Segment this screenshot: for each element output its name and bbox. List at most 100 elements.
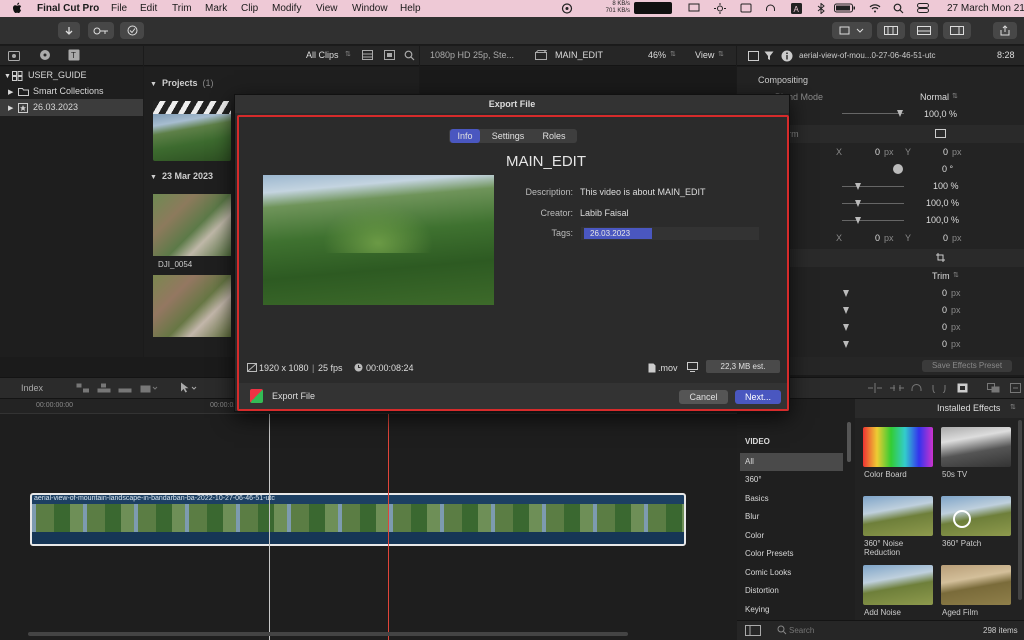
rotation-value[interactable]: 0 ° (942, 164, 953, 174)
menu-mark[interactable]: Mark (205, 3, 227, 14)
scale-x-slider[interactable] (842, 203, 904, 204)
opacity-value[interactable]: 100,0 % (924, 109, 957, 119)
keywords-button[interactable] (88, 22, 114, 39)
display-icon[interactable] (688, 3, 700, 13)
playhead[interactable] (388, 414, 389, 640)
menu-edit[interactable]: Edit (140, 3, 157, 14)
scale-all-slider[interactable] (842, 186, 904, 187)
input-source-icon[interactable]: A (791, 3, 802, 14)
timeline-clip[interactable]: aerial-view-of-mountain-landscape-in-ban… (30, 493, 686, 546)
menu-modify[interactable]: Modify (272, 3, 301, 14)
effects-grid-scrollbar[interactable] (1018, 420, 1022, 600)
workspace-button[interactable] (832, 22, 872, 39)
effect-color-board-thumb[interactable] (863, 427, 933, 467)
crop-bottom-value[interactable]: 0 (942, 339, 947, 349)
bluetooth-icon[interactable] (817, 3, 825, 14)
append-clip-icon[interactable] (118, 383, 132, 393)
description-field[interactable]: This video is about MAIN_EDIT (580, 186, 760, 199)
index-button[interactable]: Index (8, 382, 56, 395)
photos-icon[interactable] (8, 50, 20, 61)
video-inspector-icon[interactable] (748, 51, 759, 61)
crop-top-value[interactable]: 0 (942, 322, 947, 332)
apple-icon[interactable] (12, 2, 22, 14)
background-tasks-button[interactable] (120, 22, 144, 39)
save-effects-preset-button[interactable]: Save Effects Preset (922, 360, 1012, 372)
tag-token[interactable]: 26.03.2023 (584, 228, 652, 239)
select-tool-icon[interactable] (180, 382, 198, 393)
crop-type[interactable]: Trim (932, 271, 950, 281)
list-view-icon[interactable] (362, 50, 373, 60)
snapping-icon[interactable] (932, 383, 946, 393)
music-icon[interactable] (39, 49, 51, 61)
audio-skimming-icon[interactable] (890, 383, 904, 393)
next-button[interactable]: Next... (735, 390, 781, 404)
position-x-value[interactable]: 0 (875, 147, 880, 157)
view-menu[interactable]: View (695, 50, 714, 60)
skimming-icon[interactable] (868, 383, 882, 393)
finder-icon[interactable] (740, 3, 752, 13)
overwrite-clip-icon[interactable] (140, 383, 158, 393)
clip-thumbnail-2[interactable] (153, 275, 231, 337)
effect-360-noise-reduction-thumb[interactable] (863, 496, 933, 536)
connect-clip-icon[interactable] (76, 383, 90, 393)
anchor-x-value[interactable]: 0 (875, 233, 880, 243)
scale-x-value[interactable]: 100,0 % (926, 198, 959, 208)
effects-category-color-presets[interactable]: Color Presets (745, 545, 845, 563)
filter-icon[interactable] (764, 51, 774, 61)
zoom-level[interactable]: 46% (648, 50, 666, 60)
menu-help[interactable]: Help (400, 3, 421, 14)
crop-left-knob[interactable] (843, 290, 849, 297)
smart-collections-item[interactable]: ▶ Smart Collections (8, 83, 143, 100)
opacity-slider[interactable] (842, 113, 904, 114)
creator-field[interactable]: Labib Faisal (580, 207, 760, 220)
effects-category-keying[interactable]: Keying (745, 601, 845, 619)
rotation-dial[interactable] (893, 164, 903, 174)
timeline-toggle-button[interactable] (910, 22, 938, 39)
scale-y-slider[interactable] (842, 220, 904, 221)
menu-view[interactable]: View (316, 3, 338, 14)
anchor-y-value[interactable]: 0 (943, 233, 948, 243)
clock[interactable]: 27 March Mon 21:08 (947, 3, 1024, 14)
project-thumbnail[interactable] (153, 101, 231, 161)
skimmer-line[interactable] (269, 414, 270, 640)
effects-category-basics[interactable]: Basics (745, 490, 845, 508)
inspector-toggle-button[interactable] (943, 22, 971, 39)
effects-category-all[interactable]: All (745, 453, 845, 471)
effect-aged-film-thumb[interactable] (941, 565, 1011, 605)
sidebar-toggle-icon[interactable] (745, 625, 761, 636)
scale-y-value[interactable]: 100,0 % (926, 215, 959, 225)
effect-50s-tv-thumb[interactable] (941, 427, 1011, 467)
effects-category-distortion[interactable]: Distortion (745, 582, 845, 600)
menu-file[interactable]: File (111, 3, 127, 14)
transitions-browser-icon[interactable] (987, 383, 1000, 393)
effects-category-blur[interactable]: Blur (745, 508, 845, 526)
clip-filter[interactable]: All Clips (306, 50, 339, 60)
status-icon[interactable] (561, 3, 573, 14)
share-button[interactable] (993, 22, 1017, 39)
crop-onscreen-icon[interactable] (936, 253, 945, 262)
tags-field[interactable]: 26.03.2023 (581, 227, 759, 240)
effect-360-patch-thumb[interactable] (941, 496, 1011, 536)
import-button[interactable] (58, 22, 80, 39)
tab-settings[interactable]: Settings (484, 129, 532, 143)
browser-toggle-button[interactable] (877, 22, 905, 39)
blend-mode-value[interactable]: Normal (920, 92, 949, 102)
crop-right-knob[interactable] (843, 307, 849, 314)
crop-top-knob[interactable] (843, 324, 849, 331)
effects-collection[interactable]: Installed Effects (937, 403, 1000, 413)
search-icon[interactable] (404, 50, 415, 61)
crop-bottom-knob[interactable] (843, 341, 849, 348)
headphones-icon[interactable] (765, 3, 776, 14)
transform-onscreen-icon[interactable] (935, 129, 946, 138)
event-item[interactable]: ▶ 26.03.2023 (0, 99, 143, 116)
titles-icon[interactable]: T (68, 49, 80, 61)
headphones-solo-icon[interactable] (911, 383, 922, 393)
effect-add-noise-thumb[interactable] (863, 565, 933, 605)
menu-trim[interactable]: Trim (172, 3, 192, 14)
brightness-icon[interactable] (714, 3, 726, 14)
tab-roles[interactable]: Roles (535, 129, 573, 143)
battery-icon[interactable] (834, 3, 856, 13)
control-center-icon[interactable] (917, 3, 929, 13)
tab-info[interactable]: Info (450, 129, 480, 143)
library-root[interactable]: ▼ USER_GUIDE (4, 67, 143, 84)
